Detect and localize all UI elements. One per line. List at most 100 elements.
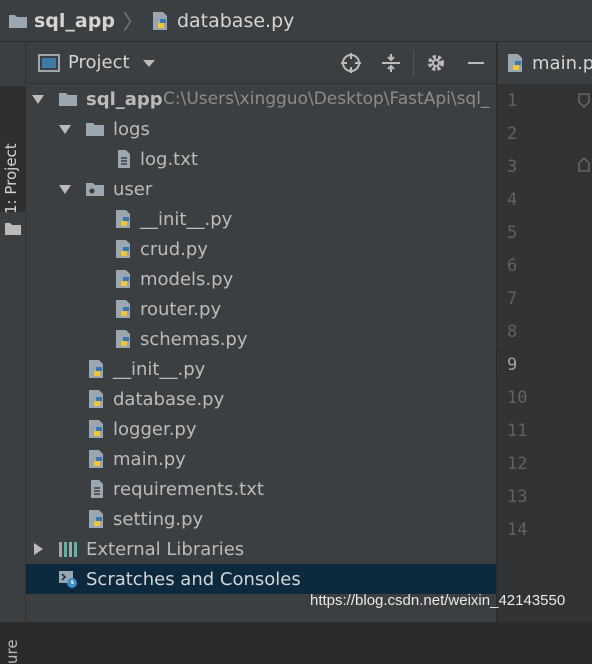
hide-panel-button[interactable] — [456, 42, 496, 84]
folder-icon — [9, 14, 27, 28]
tree-node-scratches[interactable]: Scratches and Consoles — [26, 564, 496, 594]
project-panel-title[interactable]: Project — [68, 52, 130, 73]
locate-file-button[interactable] — [331, 42, 371, 84]
watermark: https://blog.csdn.net/weixin_42143550 — [310, 592, 566, 609]
expanded-arrow-icon[interactable] — [32, 93, 44, 105]
python-file-icon — [116, 300, 130, 318]
editor-tab-label: main.p — [532, 52, 592, 74]
python-file-icon — [116, 210, 130, 228]
settings-button[interactable] — [416, 42, 456, 84]
folder-icon — [86, 123, 104, 136]
line-number: 3 — [507, 157, 518, 177]
python-file-icon — [89, 390, 103, 408]
editor-gutter: 1 2 3 4 5 6 7 8 9 10 11 12 13 14 — [497, 84, 592, 622]
expanded-arrow-icon[interactable] — [59, 123, 71, 135]
editor-tab-main[interactable]: main.p — [506, 42, 592, 84]
scratches-label: Scratches and Consoles — [86, 568, 301, 590]
breadcrumb-separator: 〉 — [122, 10, 143, 34]
folder-icon — [59, 93, 77, 106]
text-file-icon — [118, 150, 130, 168]
file-label: __init__.py — [140, 208, 233, 230]
collapse-all-button[interactable] — [371, 42, 411, 84]
folder-label: logs — [113, 118, 150, 140]
file-label: logger.py — [113, 418, 197, 440]
tree-node-file[interactable]: log.txt — [26, 144, 496, 174]
folder-icon — [5, 223, 21, 235]
line-number: 8 — [507, 322, 518, 342]
tree-node-user[interactable]: user — [26, 174, 496, 204]
tree-node-logs[interactable]: logs — [26, 114, 496, 144]
crosshair-icon — [341, 53, 361, 73]
python-file-icon — [508, 54, 522, 72]
breadcrumb-root-label: sql_app — [34, 9, 115, 32]
structure-tool-label[interactable]: ure — [3, 639, 21, 664]
external-libraries-label: External Libraries — [86, 538, 245, 560]
python-file-icon — [116, 240, 130, 258]
project-panel-header: Project — [26, 42, 496, 84]
scratches-icon — [59, 571, 77, 588]
file-label: router.py — [140, 298, 222, 320]
navigation-bar: sql_app 〉 database.py — [0, 0, 592, 42]
python-file-icon — [89, 420, 103, 438]
tree-node-external-libraries[interactable]: External Libraries — [26, 534, 496, 564]
tree-node-file[interactable]: main.py — [26, 444, 496, 474]
file-label: setting.py — [113, 508, 204, 530]
text-file-icon — [91, 480, 103, 498]
collapsed-arrow-icon[interactable] — [32, 543, 44, 555]
fold-marker-icon[interactable] — [578, 93, 590, 109]
file-label: database.py — [113, 388, 225, 410]
breadcrumb-root[interactable]: sql_app — [8, 10, 115, 32]
project-view-icon — [38, 53, 60, 72]
line-number: 12 — [507, 454, 528, 474]
chevron-down-icon[interactable] — [142, 58, 156, 68]
expanded-arrow-icon[interactable] — [59, 183, 71, 195]
project-tree: sql_app C:\Users\xingguo\Desktop\FastApi… — [26, 84, 496, 622]
breadcrumb-file[interactable]: database.py — [151, 10, 294, 32]
left-tool-stripe: 1: Project ure — [0, 42, 26, 664]
python-file-icon — [89, 450, 103, 468]
python-file-icon — [89, 510, 103, 528]
line-number-current: 9 — [507, 355, 518, 375]
file-label: requirements.txt — [113, 478, 264, 500]
line-number: 4 — [507, 190, 518, 210]
fold-marker-icon[interactable] — [578, 156, 590, 172]
package-folder-icon — [86, 183, 104, 196]
line-number: 7 — [507, 289, 518, 309]
line-number: 6 — [507, 256, 518, 276]
file-label: main.py — [113, 448, 186, 470]
toolbar-divider — [413, 50, 414, 76]
python-file-icon — [152, 11, 167, 30]
tree-node-root[interactable]: sql_app C:\Users\xingguo\Desktop\FastApi… — [26, 84, 496, 114]
tree-node-file[interactable]: setting.py — [26, 504, 496, 534]
tree-node-file[interactable]: router.py — [26, 294, 496, 324]
gear-icon — [428, 55, 444, 71]
tree-node-file[interactable]: logger.py — [26, 414, 496, 444]
line-number: 11 — [507, 421, 528, 441]
library-icon — [59, 542, 77, 557]
python-file-icon — [116, 270, 130, 288]
tree-node-file[interactable]: requirements.txt — [26, 474, 496, 504]
line-number: 2 — [507, 124, 518, 144]
line-number: 13 — [507, 487, 528, 507]
file-label: models.py — [140, 268, 234, 290]
tree-node-file[interactable]: __init__.py — [26, 354, 496, 384]
tree-node-file[interactable]: schemas.py — [26, 324, 496, 354]
line-number: 10 — [507, 388, 528, 408]
line-number: 5 — [507, 223, 518, 243]
root-folder-path: C:\Users\xingguo\Desktop\FastApi\sql_ — [163, 89, 490, 109]
project-tool-label: 1: Project — [2, 143, 20, 214]
file-label: __init__.py — [113, 358, 206, 380]
minimize-icon — [468, 62, 484, 64]
tree-node-file[interactable]: database.py — [26, 384, 496, 414]
file-label: crud.py — [140, 238, 208, 260]
file-label: schemas.py — [140, 328, 248, 350]
project-tool-button[interactable]: 1: Project — [0, 86, 26, 235]
file-label: log.txt — [140, 148, 198, 170]
tree-node-file[interactable]: models.py — [26, 264, 496, 294]
folder-label: user — [113, 178, 153, 200]
breadcrumb-file-label: database.py — [176, 9, 295, 32]
line-number: 14 — [507, 520, 528, 540]
python-file-icon — [116, 330, 130, 348]
tree-node-file[interactable]: crud.py — [26, 234, 496, 264]
tree-node-file[interactable]: __init__.py — [26, 204, 496, 234]
